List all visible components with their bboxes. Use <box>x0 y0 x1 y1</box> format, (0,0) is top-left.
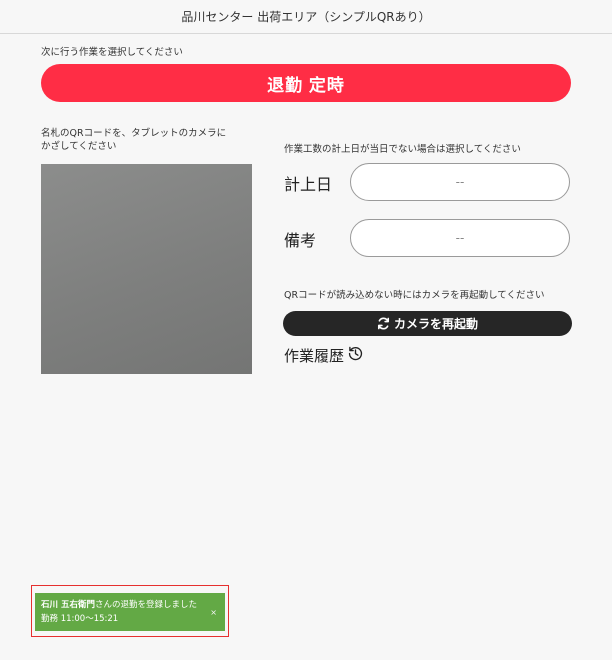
qr-instruction-line2: かざしてください <box>41 141 117 152</box>
app-frame: 品川センター 出荷エリア（シンプルQRあり） 次に行う作業を選択してください 退… <box>0 0 612 660</box>
toast-message-line: 石川 五右衛門さんの退勤を登録しました <box>41 598 219 612</box>
toast-user-name: 石川 五右衛門 <box>41 600 95 610</box>
note-field[interactable]: -- <box>350 219 570 257</box>
date-instruction: 作業工数の計上日が当日でない場合は選択してください <box>284 144 521 155</box>
history-link[interactable]: 作業履歴 <box>284 345 364 366</box>
note-field-label: 備考 <box>284 231 317 250</box>
clock-out-button[interactable]: 退勤 定時 <box>41 64 571 102</box>
page-title: 品川センター 出荷エリア（シンプルQRあり） <box>181 10 431 24</box>
qr-instruction-line1: 名札のQRコードを、タブレットのカメラに <box>41 128 227 139</box>
date-field-row: 計上日 -- <box>284 163 572 203</box>
date-field-label: 計上日 <box>284 175 333 194</box>
qr-instruction: 名札のQRコードを、タブレットのカメラに かざしてください <box>41 127 266 153</box>
history-icon <box>347 345 364 366</box>
clock-out-button-label: 退勤 定時 <box>267 75 345 95</box>
date-field[interactable]: -- <box>350 163 570 201</box>
header-bar: 品川センター 出荷エリア（シンプルQRあり） <box>0 0 612 34</box>
toast-message: さんの退勤を登録しました <box>94 600 197 610</box>
restart-instruction: QRコードが読み込めない時にはカメラを再起動してください <box>284 290 545 301</box>
note-field-row: 備考 -- <box>284 219 572 259</box>
select-work-instruction: 次に行う作業を選択してください <box>41 47 183 58</box>
success-toast: 石川 五右衛門さんの退勤を登録しました 勤務 11:00～15:21 × <box>35 593 225 631</box>
note-field-value: -- <box>455 231 465 245</box>
close-icon[interactable]: × <box>210 606 217 620</box>
toast-detail: 勤務 11:00～15:21 <box>41 614 119 624</box>
history-label: 作業履歴 <box>284 347 345 365</box>
camera-restart-label: カメラを再起動 <box>393 317 478 331</box>
camera-restart-button[interactable]: カメラを再起動 <box>283 311 572 336</box>
date-field-value: -- <box>455 175 465 189</box>
refresh-icon <box>377 317 390 330</box>
camera-preview <box>41 164 252 374</box>
